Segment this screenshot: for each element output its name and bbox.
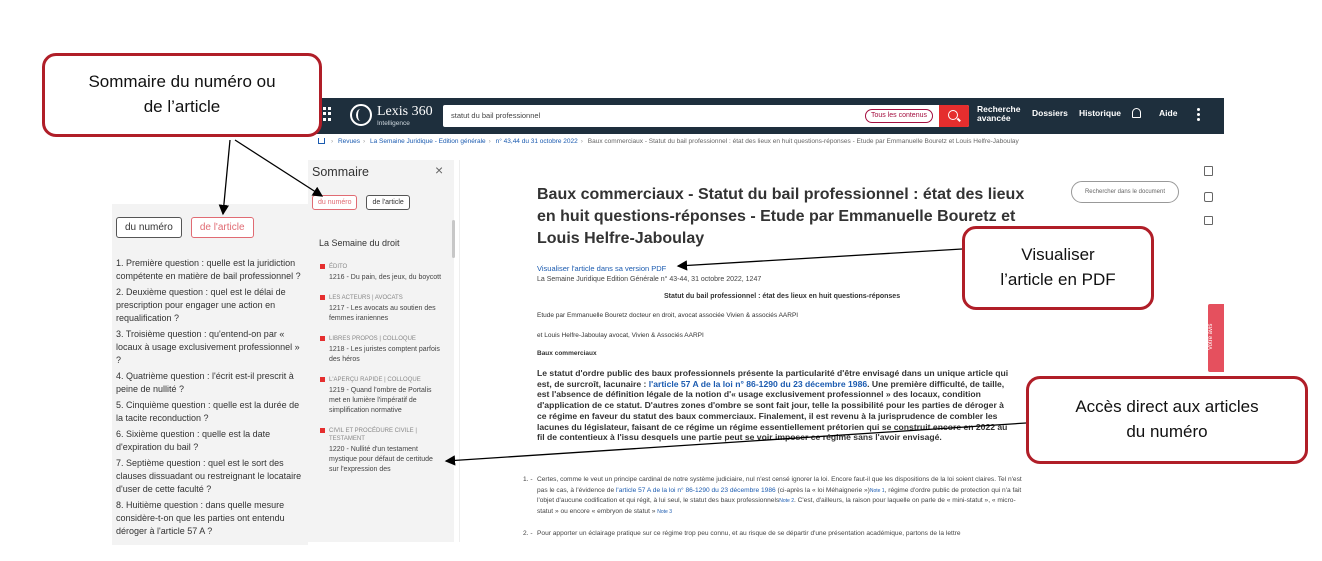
- search-button[interactable]: [939, 105, 969, 127]
- tab-issue[interactable]: du numéro: [312, 195, 358, 210]
- document-title: Baux commerciaux - Statut du bail profes…: [537, 186, 1025, 247]
- folder-add-icon[interactable]: [1204, 216, 1213, 225]
- paragraph: 1. - Certes, comme le veut un principe c…: [523, 475, 1023, 517]
- paragraph-text: Certes, comme le veut un principe cardin…: [537, 475, 1023, 517]
- law-link[interactable]: l'article 57 A de la loi n° 86-1290 du 2…: [616, 487, 776, 494]
- paragraph: 2. - Pour apporter un éclairage pratique…: [523, 529, 1023, 540]
- toc-item[interactable]: CIVIL ET PROCÉDURE CIVILE | TESTAMENT 122…: [320, 427, 444, 475]
- close-icon[interactable]: ×: [435, 162, 443, 178]
- sidebar-scrollbar[interactable]: [452, 220, 455, 258]
- zoom-tab-issue[interactable]: du numéro: [116, 217, 182, 238]
- breadcrumb-revues[interactable]: Revues: [338, 138, 360, 145]
- document-tools-icon[interactable]: [1204, 166, 1213, 176]
- nav-historique[interactable]: Historique: [1079, 108, 1121, 118]
- toc-entry[interactable]: 1219 - Quand l'ombre de Portalis met en …: [320, 386, 444, 416]
- paragraph-text: Pour apporter un éclairage pratique sur …: [537, 530, 961, 537]
- zoomed-summary-panel: du numéro de l'article 1. Première quest…: [112, 204, 308, 545]
- nav-aide[interactable]: Aide: [1159, 108, 1177, 118]
- callout-text: l’article en PDF: [1000, 270, 1116, 289]
- logo-subtitle: Intelligence: [377, 120, 410, 127]
- text: (ci-après la « loi Méhaignerie »): [775, 486, 870, 494]
- logo[interactable]: Lexis 360 Intelligence: [350, 102, 433, 128]
- lexis-app-window: Lexis 360 Intelligence statut du bail pro…: [308, 98, 1224, 542]
- toc-entry[interactable]: 1216 - Du pain, des jeux, du boycott: [320, 273, 444, 283]
- toc-item[interactable]: LES ACTEURS | AVOCATS 1217 - Les avocats …: [320, 294, 444, 324]
- nav-dossiers[interactable]: Dossiers: [1032, 108, 1068, 118]
- search-value: statut du bail professionnel: [451, 111, 541, 120]
- toc-rubric: LES ACTEURS | AVOCATS: [320, 294, 444, 302]
- breadcrumb-journal[interactable]: La Semaine Juridique - Edition générale: [370, 138, 486, 145]
- callout-text: Visualiser: [1021, 245, 1095, 265]
- callout-summary: Sommaire du numéro ou de l’article: [42, 53, 322, 137]
- more-menu-icon[interactable]: [1197, 108, 1200, 121]
- document-subheading: Statut du bail professionnel : état des …: [664, 293, 901, 300]
- advanced-search-link[interactable]: Recherche avancée: [977, 105, 1020, 123]
- question-link[interactable]: 4. Quatrième question : l'écrit est-il p…: [116, 370, 304, 396]
- tab-article[interactable]: de l'article: [366, 195, 410, 210]
- paragraph-number: 2. -: [523, 530, 533, 537]
- home-icon[interactable]: [318, 138, 325, 144]
- toc-rubric: ÉDITO: [320, 263, 444, 271]
- breadcrumb-current: Baux commerciaux - Statut du bail profes…: [587, 138, 1019, 145]
- toc-rubric: CIVIL ET PROCÉDURE CIVILE | TESTAMENT: [320, 427, 444, 443]
- logo-text: Lexis 360: [377, 104, 433, 119]
- issue-toc: ÉDITO 1216 - Du pain, des jeux, du boycot…: [320, 263, 444, 486]
- law-link[interactable]: l'article 57 A de la loi n° 86-1290 du 2…: [649, 379, 867, 389]
- question-link[interactable]: 2. Deuxième question : quel est le délai…: [116, 286, 304, 325]
- summary-toggle: du numéro de l'article: [116, 217, 254, 238]
- arrow-to-zoom-panel: [218, 139, 231, 216]
- callout-text: Accès direct aux articles: [1075, 397, 1259, 417]
- toc-rubric: LIBRES PROPOS | COLLOQUE: [320, 335, 444, 343]
- breadcrumb-issue[interactable]: n° 43,44 du 31 octobre 2022: [496, 138, 578, 145]
- note-link[interactable]: Note 1: [870, 488, 885, 494]
- note-link[interactable]: Note 2: [779, 498, 794, 504]
- sidebar-title: Sommaire: [312, 165, 369, 179]
- toc-rubric: L'APERÇU RAPIDE | COLLOQUE: [320, 376, 444, 384]
- search-input[interactable]: statut du bail professionnel Tous les co…: [443, 105, 969, 127]
- question-link[interactable]: 6. Sixième question : quelle est la date…: [116, 428, 304, 454]
- callout-direct-access: Accès direct aux articles du numéro: [1026, 376, 1308, 464]
- note-link[interactable]: Note 3: [657, 509, 672, 515]
- paragraph-number: 1. -: [523, 476, 533, 483]
- question-link[interactable]: 1. Première question : quelle est la jur…: [116, 257, 304, 283]
- toc-item[interactable]: L'APERÇU RAPIDE | COLLOQUE 1219 - Quand l…: [320, 376, 444, 416]
- toc-item[interactable]: ÉDITO 1216 - Du pain, des jeux, du boycot…: [320, 263, 444, 283]
- question-list: 1. Première question : quelle est la jur…: [116, 257, 304, 541]
- issue-section-title: La Semaine du droit: [319, 238, 400, 248]
- feedback-tab[interactable]: Votre avis: [1208, 304, 1224, 372]
- callout-pdf: Visualiser l’article en PDF: [962, 226, 1154, 310]
- top-bar: Lexis 360 Intelligence statut du bail pro…: [308, 98, 1224, 134]
- toc-item[interactable]: LIBRES PROPOS | COLLOQUE 1218 - Les juris…: [320, 335, 444, 365]
- document-category: Baux commerciaux: [537, 350, 597, 357]
- question-link[interactable]: 3. Troisième question : qu'entend-on par…: [116, 328, 304, 367]
- author-line: et Louis Helfre-Jaboulay avocat, Vivien …: [537, 332, 704, 339]
- nav-label: avancée: [977, 113, 1011, 123]
- abstract: Le statut d'ordre public des baux profes…: [537, 368, 1013, 443]
- zoom-tab-article[interactable]: de l'article: [190, 217, 254, 238]
- callout-text: de l’article: [143, 97, 221, 116]
- scope-dropdown[interactable]: Tous les contenus: [864, 109, 933, 123]
- citation: La Semaine Juridique Edition Générale n°…: [537, 276, 762, 283]
- summary-sidebar: Sommaire × du numéro de l'article La Sem…: [308, 160, 455, 542]
- document-view: Baux commerciaux - Statut du bail profes…: [459, 160, 1193, 542]
- question-link[interactable]: 7. Septième question : quel est le sort …: [116, 457, 304, 496]
- print-icon[interactable]: [1204, 192, 1213, 202]
- pdf-version-link[interactable]: Visualiser l'article dans sa version PDF: [537, 264, 666, 273]
- author-line: Etude par Emmanuelle Bouretz docteur en …: [537, 312, 799, 319]
- question-link[interactable]: 5. Cinquième question : quelle est la du…: [116, 399, 304, 425]
- bell-icon[interactable]: [1132, 108, 1141, 118]
- callout-text: du numéro: [1126, 422, 1208, 441]
- find-in-document-input[interactable]: Rechercher dans le document: [1071, 181, 1179, 203]
- sidebar-toggle: du numéro de l'article: [312, 195, 410, 210]
- toc-entry[interactable]: 1220 - Nullité d'un testament mystique p…: [320, 445, 444, 475]
- toc-entry[interactable]: 1217 - Les avocats au soutien des femmes…: [320, 304, 444, 324]
- question-link[interactable]: 8. Huitième question : dans quelle mesur…: [116, 499, 304, 538]
- breadcrumb: › Revues › La Semaine Juridique - Edition…: [318, 138, 1019, 145]
- callout-text: Sommaire du numéro ou: [88, 72, 276, 92]
- toc-entry[interactable]: 1218 - Les juristes comptent parfois des…: [320, 345, 444, 365]
- lexis-logo-icon: [350, 104, 372, 126]
- feedback-label: Votre avis: [1208, 323, 1214, 351]
